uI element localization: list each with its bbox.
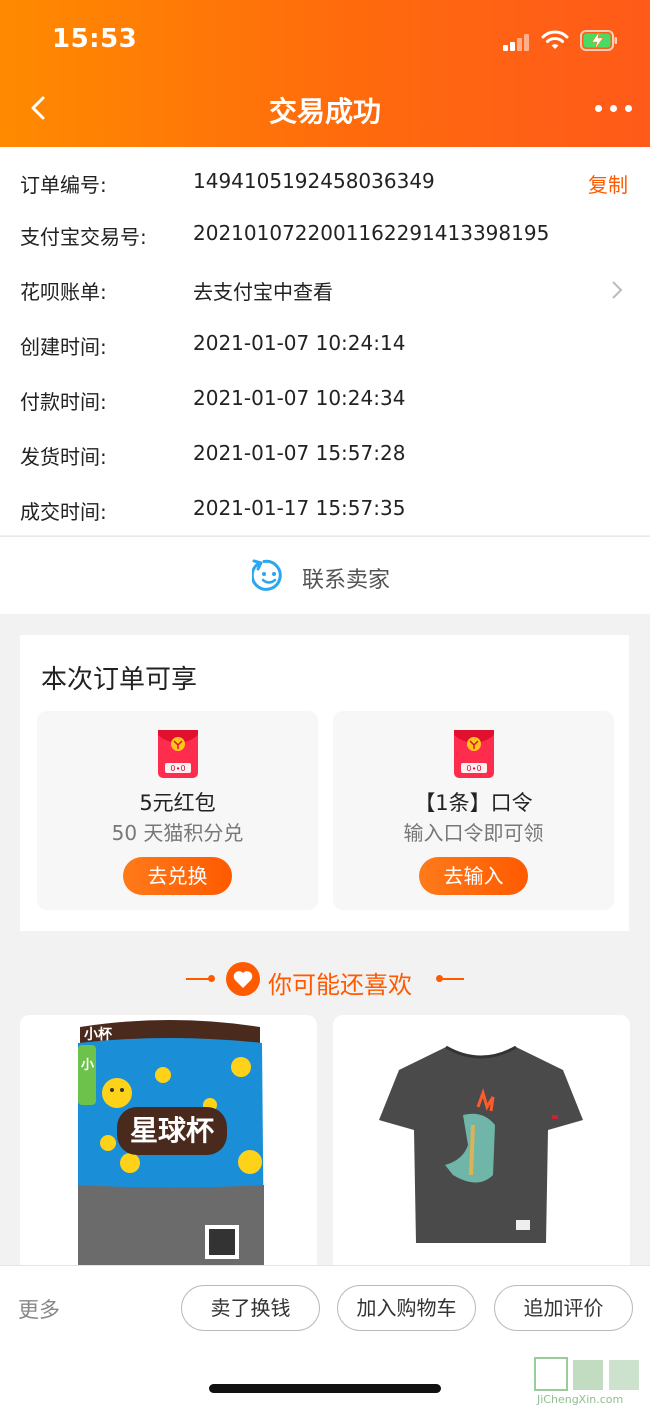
shipped-time-label: 发货时间: <box>20 445 107 469</box>
svg-text:0∙0: 0∙0 <box>466 764 481 773</box>
created-time-value: 2021-01-07 10:24:14 <box>193 331 406 355</box>
alipay-trade-value: 2021010722001162291413398195 <box>193 221 550 245</box>
benefit-card-redpacket: 0∙0 5元红包 50 天猫积分兑 去兑换 <box>37 711 318 910</box>
created-time-row: 创建时间: 2021-01-07 10:24:14 <box>0 323 650 363</box>
benefits-panel: 本次订单可享 0∙0 5元红包 50 天猫积分兑 去兑换 0∙0 【1条】口令 … <box>20 635 629 931</box>
red-envelope-icon: 0∙0 <box>158 730 198 778</box>
order-number-value: 1494105192458036349 <box>193 169 435 193</box>
tshirt-image <box>333 1015 630 1265</box>
benefit-name: 【1条】口令 <box>414 791 533 815</box>
header: 15:53 交易成功 <box>0 0 650 147</box>
more-options-icon[interactable] <box>592 100 636 118</box>
watermark-text: JiChengXin.com <box>536 1393 623 1406</box>
completed-time-value: 2021-01-17 15:57:35 <box>193 496 406 520</box>
benefit-desc: 50 天猫积分兑 <box>111 821 244 845</box>
huabei-bill-row[interactable]: 花呗账单: 去支付宝中查看 <box>0 268 650 308</box>
sell-button[interactable]: 卖了换钱 <box>181 1285 320 1331</box>
completed-time-row: 成交时间: 2021-01-17 15:57:35 <box>0 488 650 528</box>
alipay-trade-label: 支付宝交易号: <box>20 225 147 249</box>
benefit-card-password: 0∙0 【1条】口令 输入口令即可领 去输入 <box>333 711 614 910</box>
red-envelope-icon: 0∙0 <box>454 730 494 778</box>
copy-button[interactable]: 复制 <box>588 169 628 198</box>
benefits-title: 本次订单可享 <box>41 665 198 695</box>
add-to-cart-button[interactable]: 加入购物车 <box>337 1285 476 1331</box>
recommend-title: 你可能还喜欢 <box>268 971 412 999</box>
more-button[interactable]: 更多 <box>18 1294 60 1324</box>
page-title: 交易成功 <box>268 95 381 128</box>
shipped-time-row: 发货时间: 2021-01-07 15:57:28 <box>0 433 650 473</box>
chevron-right-icon <box>612 281 623 299</box>
shipped-time-value: 2021-01-07 15:57:28 <box>193 441 406 465</box>
paid-time-label: 付款时间: <box>20 390 107 414</box>
cellular-signal-icon <box>503 33 531 51</box>
bottom-action-bar: 更多 卖了换钱 加入购物车 追加评价 JiChengXin.com <box>0 1265 650 1406</box>
order-number-row: 订单编号: 1494105192458036349 复制 <box>0 161 650 201</box>
completed-time-label: 成交时间: <box>20 500 107 524</box>
recommend-heading: 你可能还喜欢 <box>0 960 650 1000</box>
created-time-label: 创建时间: <box>20 335 107 359</box>
home-indicator[interactable] <box>209 1384 441 1393</box>
wifi-icon <box>541 30 569 49</box>
redeem-button[interactable]: 去兑换 <box>123 857 232 895</box>
add-review-button[interactable]: 追加评价 <box>494 1285 633 1331</box>
benefit-desc: 输入口令即可领 <box>403 821 544 845</box>
enter-code-button[interactable]: 去输入 <box>419 857 528 895</box>
alipay-trade-row: 支付宝交易号: 2021010722001162291413398195 <box>0 213 650 253</box>
status-time: 15:53 <box>52 24 138 54</box>
divider-right <box>438 978 464 980</box>
benefit-name: 5元红包 <box>139 791 216 815</box>
snack-can-image: 小杯 小 星球杯 <box>20 1015 317 1265</box>
product-card-snack[interactable]: 小杯 小 星球杯 <box>20 1015 317 1265</box>
contact-seller-label: 联系卖家 <box>302 568 391 593</box>
product-badge: 小 <box>81 1058 94 1073</box>
svg-text:0∙0: 0∙0 <box>170 764 185 773</box>
paid-time-row: 付款时间: 2021-01-07 10:24:34 <box>0 378 650 418</box>
order-info-panel: 订单编号: 1494105192458036349 复制 支付宝交易号: 202… <box>0 147 650 535</box>
battery-charging-icon <box>580 30 617 51</box>
watermark-logo: JiChengXin.com <box>534 1357 639 1406</box>
heart-icon <box>226 962 260 996</box>
product-name-on-can: 星球杯 <box>130 1114 214 1147</box>
product-card-tshirt[interactable] <box>333 1015 630 1265</box>
order-number-label: 订单编号: <box>20 173 107 197</box>
huabei-bill-value: 去支付宝中查看 <box>193 280 333 304</box>
divider-dot-left <box>208 975 215 982</box>
chat-face-icon <box>252 559 282 591</box>
contact-seller-button[interactable]: 联系卖家 <box>0 536 650 614</box>
paid-time-value: 2021-01-07 10:24:34 <box>193 386 406 410</box>
huabei-bill-label: 花呗账单: <box>20 280 107 304</box>
